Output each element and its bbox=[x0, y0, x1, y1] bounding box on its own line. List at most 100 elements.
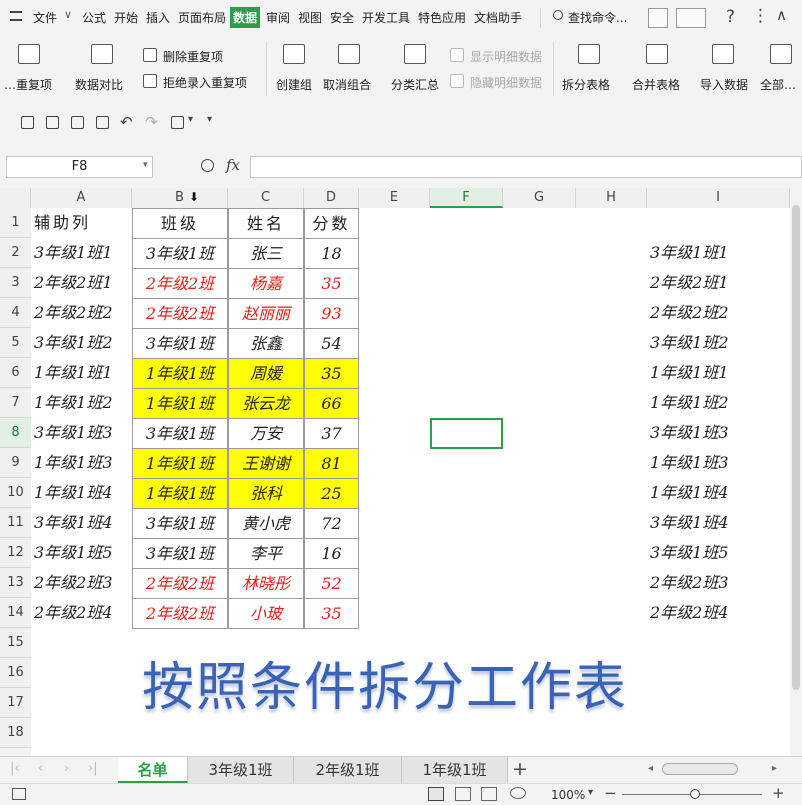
show-detail-button[interactable]: 显示明细数据 bbox=[470, 48, 542, 65]
create-group-button[interactable]: 创建组 bbox=[276, 76, 312, 93]
table-cell[interactable]: 2年级2班 bbox=[132, 598, 228, 629]
sync-icon[interactable] bbox=[676, 8, 706, 28]
formula-input[interactable] bbox=[250, 156, 802, 178]
column-i-cell[interactable]: 2年级2班4 bbox=[650, 598, 780, 628]
fx-icon[interactable]: fx bbox=[226, 156, 240, 174]
macro-icon[interactable] bbox=[12, 788, 26, 800]
row-header-6[interactable]: 6 bbox=[0, 358, 31, 388]
share-icon[interactable] bbox=[648, 8, 668, 28]
add-sheet-icon[interactable]: + bbox=[512, 758, 528, 780]
row-header-11[interactable]: 11 bbox=[0, 508, 31, 538]
table-cell[interactable]: 3年级1班 bbox=[132, 238, 228, 269]
merge-table-button[interactable]: 合并表格 bbox=[632, 76, 680, 93]
chevron-down-icon[interactable]: ▾ bbox=[143, 160, 148, 170]
menu-home[interactable]: 开始 bbox=[114, 9, 138, 26]
row-header-2[interactable]: 2 bbox=[0, 238, 31, 268]
table-cell[interactable]: 林晓彤 bbox=[228, 568, 304, 599]
tab-roster[interactable]: 名单 bbox=[118, 757, 188, 783]
table-cell[interactable]: 66 bbox=[304, 388, 359, 419]
table-header-cell[interactable]: 姓名 bbox=[228, 208, 304, 239]
highlight-dup-button[interactable]: …重复项 bbox=[4, 76, 52, 93]
hide-detail-button[interactable]: 隐藏明细数据 bbox=[470, 74, 542, 91]
column-header-h[interactable]: H bbox=[576, 188, 647, 208]
row-header-12[interactable]: 12 bbox=[0, 538, 31, 568]
row-header-14[interactable]: 14 bbox=[0, 598, 31, 628]
all-button[interactable]: 全部… bbox=[760, 76, 796, 93]
table-cell[interactable]: 81 bbox=[304, 448, 359, 479]
table-cell[interactable]: 2年级2班3 bbox=[34, 568, 132, 598]
row-header-18[interactable]: 18 bbox=[0, 718, 31, 748]
table-cell[interactable]: 张科 bbox=[228, 478, 304, 509]
column-header-b[interactable]: B bbox=[132, 188, 228, 208]
print-icon[interactable] bbox=[71, 116, 84, 129]
table-cell[interactable]: 3年级1班 bbox=[132, 328, 228, 359]
table-cell[interactable]: 1年级1班4 bbox=[34, 478, 132, 508]
table-cell[interactable]: 35 bbox=[304, 268, 359, 299]
menu-formula[interactable]: 公式 bbox=[82, 9, 106, 26]
menu-review[interactable]: 审阅 bbox=[266, 9, 290, 26]
chevron-down-icon[interactable]: ∨ bbox=[64, 8, 72, 21]
table-cell[interactable]: 杨嘉 bbox=[228, 268, 304, 299]
next-sheet-icon[interactable]: › bbox=[64, 761, 69, 776]
delete-dup-button[interactable]: 删除重复项 bbox=[163, 48, 223, 65]
column-header-a[interactable]: A bbox=[31, 188, 132, 208]
table-cell[interactable]: 2年级2班 bbox=[132, 298, 228, 329]
row-header-17[interactable]: 17 bbox=[0, 688, 31, 718]
subtotal-button[interactable]: 分类汇总 bbox=[391, 76, 439, 93]
table-cell[interactable]: 2年级2班 bbox=[132, 568, 228, 599]
menu-page-layout[interactable]: 页面布局 bbox=[178, 9, 226, 26]
format-painter-icon[interactable] bbox=[171, 116, 184, 129]
table-cell[interactable]: 18 bbox=[304, 238, 359, 269]
corner-select-all[interactable] bbox=[0, 188, 31, 208]
page-break-view-icon[interactable] bbox=[481, 787, 497, 801]
eye-protect-icon[interactable] bbox=[510, 787, 526, 799]
column-i-cell[interactable]: 3年级1班3 bbox=[650, 418, 780, 448]
chevron-down-icon[interactable]: ▾ bbox=[588, 787, 593, 798]
table-cell[interactable]: 周媛 bbox=[228, 358, 304, 389]
table-cell[interactable]: 3年级1班3 bbox=[34, 418, 132, 448]
print-preview-icon[interactable] bbox=[96, 116, 109, 129]
row-header-8[interactable]: 8 bbox=[0, 418, 31, 448]
normal-view-icon[interactable] bbox=[428, 787, 444, 801]
row-header-13[interactable]: 13 bbox=[0, 568, 31, 598]
menu-special[interactable]: 特色应用 bbox=[418, 9, 466, 26]
row-header-16[interactable]: 16 bbox=[0, 658, 31, 688]
customize-icon[interactable]: ▾ bbox=[207, 114, 212, 125]
column-i-cell[interactable]: 1年级1班3 bbox=[650, 448, 780, 478]
menu-file[interactable]: 文件 bbox=[33, 9, 57, 26]
column-header-d[interactable]: D bbox=[304, 188, 359, 208]
menu-security[interactable]: 安全 bbox=[330, 9, 354, 26]
column-header-f[interactable]: F bbox=[430, 188, 503, 208]
column-header-g[interactable]: G bbox=[503, 188, 576, 208]
table-header-cell[interactable]: 分数 bbox=[304, 208, 359, 239]
table-cell[interactable]: 3年级1班 bbox=[132, 418, 228, 449]
table-cell[interactable]: 2年级2班2 bbox=[34, 298, 132, 328]
table-cell[interactable]: 李平 bbox=[228, 538, 304, 569]
zoom-in-icon[interactable]: + bbox=[772, 784, 785, 802]
redo-icon[interactable]: ↷ bbox=[145, 113, 158, 131]
table-cell[interactable]: 张鑫 bbox=[228, 328, 304, 359]
table-cell[interactable]: 16 bbox=[304, 538, 359, 569]
row-header-7[interactable]: 7 bbox=[0, 388, 31, 418]
name-box[interactable]: F8 bbox=[6, 156, 153, 178]
tab-grade3-class1[interactable]: 3年级1班 bbox=[188, 757, 294, 783]
table-cell[interactable]: 35 bbox=[304, 358, 359, 389]
menu-developer[interactable]: 开发工具 bbox=[362, 9, 410, 26]
zoom-search-icon[interactable] bbox=[201, 159, 214, 172]
column-i-cell[interactable]: 2年级2班1 bbox=[650, 268, 780, 298]
menu-doc-assistant[interactable]: 文档助手 bbox=[474, 9, 522, 26]
data-compare-button[interactable]: 数据对比 bbox=[75, 76, 123, 93]
table-cell[interactable]: 3年级1班 bbox=[132, 508, 228, 539]
menu-view[interactable]: 视图 bbox=[298, 9, 322, 26]
prev-sheet-icon[interactable]: ‹ bbox=[38, 761, 43, 776]
table-cell[interactable]: 3年级1班4 bbox=[34, 508, 132, 538]
last-sheet-icon[interactable]: ›| bbox=[88, 761, 98, 776]
table-cell[interactable]: 2年级2班4 bbox=[34, 598, 132, 628]
column-header-c[interactable]: C bbox=[228, 188, 304, 208]
column-i-cell[interactable]: 3年级1班4 bbox=[650, 508, 780, 538]
column-i-cell[interactable]: 1年级1班2 bbox=[650, 388, 780, 418]
table-cell[interactable]: 小玻 bbox=[228, 598, 304, 629]
table-cell[interactable]: 52 bbox=[304, 568, 359, 599]
table-cell[interactable]: 王谢谢 bbox=[228, 448, 304, 479]
table-cell[interactable]: 1年级1班 bbox=[132, 358, 228, 389]
